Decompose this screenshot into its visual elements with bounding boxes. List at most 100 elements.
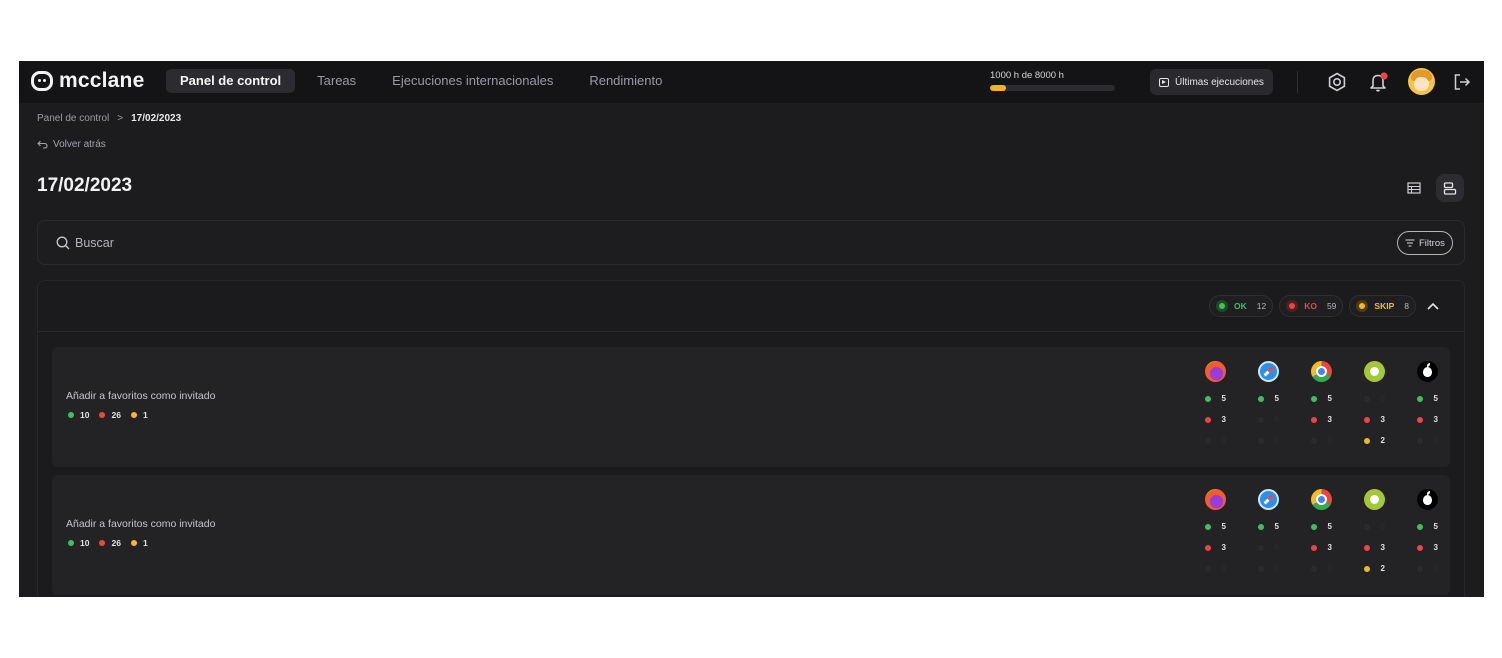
nav-ejecuciones-internacionales[interactable]: Ejecuciones internacionales (378, 69, 567, 93)
browser-ok-count: 5 (1258, 516, 1279, 537)
usage-label: 1000 h de 8000 h (990, 70, 1064, 81)
search-bar: Filtros (37, 220, 1465, 265)
logout-icon (1454, 74, 1471, 90)
breadcrumb-separator: > (117, 113, 124, 124)
ko-dot (1311, 544, 1317, 551)
browser-skip-count: 0 (1311, 558, 1332, 579)
task-card[interactable]: Añadir a favoritos como invitado 10 26 1… (52, 347, 1450, 467)
browser-ok-count: 5 (1205, 388, 1226, 409)
browser-skip-count: 0 (1205, 558, 1226, 579)
breadcrumb-root[interactable]: Panel de control (37, 113, 109, 124)
browser-ok-count: 5 (1311, 388, 1332, 409)
browser-ok-count: 5 (1417, 516, 1438, 537)
ko-dot (1364, 416, 1370, 423)
ok-label: OK (1233, 301, 1247, 311)
browser-column: 5 0 0 (1258, 361, 1279, 451)
collapse-button[interactable] (1424, 297, 1442, 315)
ko-dot (1417, 544, 1423, 551)
settings-button[interactable] (1326, 71, 1348, 93)
ok-dot (1205, 395, 1211, 402)
gear-icon (1328, 72, 1346, 92)
browser-ko-count: 0 (1258, 409, 1279, 430)
top-bar: mcclane Panel de control Tareas Ejecucio… (19, 61, 1484, 103)
ok-value: 5 (1327, 522, 1332, 531)
chrome-icon (1311, 489, 1332, 510)
ko-value: 3 (1221, 543, 1226, 552)
browser-column: 5 3 0 (1311, 361, 1332, 451)
ko-summary-chip[interactable]: KO 59 (1279, 295, 1344, 317)
browser-ok-count: 5 (1311, 516, 1332, 537)
ok-count: 12 (1256, 301, 1267, 311)
user-avatar[interactable] (1408, 68, 1435, 95)
back-arrow-icon (37, 140, 48, 149)
nav-panel-de-control[interactable]: Panel de control (166, 69, 296, 93)
usage-meter: 1000 h de 8000 h (990, 70, 1115, 91)
browser-results: 5 3 0 5 0 0 5 3 0 0 3 2 5 3 0 (1205, 489, 1438, 579)
browser-ko-count: 3 (1205, 537, 1226, 558)
skip-dot (1364, 565, 1370, 572)
nav-tareas[interactable]: Tareas (303, 69, 370, 93)
task-stats: 10 26 1 (68, 410, 148, 420)
robot-logo-icon (31, 71, 53, 91)
browser-ok-count: 5 (1205, 516, 1226, 537)
skip-dot (1258, 437, 1264, 444)
ok-value: 5 (1433, 522, 1438, 531)
brand-logo[interactable]: mcclane (31, 69, 144, 93)
last-runs-button[interactable]: Últimas ejecuciones (1150, 69, 1273, 95)
search-input[interactable] (75, 233, 975, 253)
skip-dot (1311, 565, 1317, 572)
browser-ok-count: 5 (1417, 388, 1438, 409)
browser-ok-count: 0 (1364, 516, 1385, 537)
ok-dot (1205, 523, 1211, 530)
breadcrumb-current: 17/02/2023 (131, 113, 182, 124)
task-card[interactable]: Añadir a favoritos como invitado 10 26 1… (52, 475, 1450, 595)
ko-value: 3 (1221, 415, 1226, 424)
browser-ko-count: 3 (1364, 537, 1385, 558)
browser-ko-count: 3 (1417, 537, 1438, 558)
chrome-icon (1311, 361, 1332, 382)
ko-dot (1364, 544, 1370, 551)
ko-status-icon (1286, 300, 1299, 312)
notifications-button[interactable] (1368, 71, 1390, 93)
skip-status-icon (1356, 300, 1369, 312)
browser-ko-count: 3 (1417, 409, 1438, 430)
browser-skip-count: 2 (1364, 558, 1385, 579)
nav-rendimiento[interactable]: Rendimiento (575, 69, 676, 93)
skip-dot (1258, 565, 1264, 572)
filters-button[interactable]: Filtros (1397, 231, 1453, 255)
table-view-button[interactable] (1400, 174, 1428, 202)
page-title: 17/02/2023 (37, 175, 133, 196)
logout-button[interactable] (1451, 71, 1473, 93)
brand-name: mcclane (59, 69, 145, 92)
breadcrumb: Panel de control > 17/02/2023 (37, 113, 181, 124)
apple-icon (1417, 361, 1438, 382)
skip-dot (1311, 437, 1317, 444)
task-title: Añadir a favoritos como invitado (66, 390, 216, 402)
ko-value: 0 (1274, 415, 1279, 424)
browser-ko-count: 3 (1311, 537, 1332, 558)
ok-status-icon (1215, 300, 1228, 312)
skip-summary-chip[interactable]: SKIP 8 (1349, 295, 1416, 317)
skip-dot (1364, 437, 1370, 444)
ok-value: 5 (1433, 394, 1438, 403)
back-label: Volver atrás (53, 139, 106, 150)
ok-summary-chip[interactable]: OK 12 (1208, 295, 1274, 317)
skip-label: SKIP (1374, 301, 1395, 311)
card-view-button[interactable] (1436, 174, 1464, 202)
ko-value: 3 (1380, 415, 1385, 424)
results-panel: OK 12 KO 59 SKIP 8 Añadir a favoritos co… (37, 280, 1465, 597)
browser-skip-count: 0 (1417, 430, 1438, 451)
browser-column: 5 3 0 (1205, 361, 1226, 451)
browser-ok-count: 5 (1258, 388, 1279, 409)
back-link[interactable]: Volver atrás (37, 139, 106, 150)
ok-value: 5 (1274, 394, 1279, 403)
skip-value: 0 (1274, 564, 1279, 573)
ko-dot (1311, 416, 1317, 423)
ok-value: 5 (1221, 522, 1226, 531)
skip-dot (1417, 565, 1423, 572)
skip-value: 2 (1380, 436, 1385, 445)
skip-value: 0 (1221, 436, 1226, 445)
task-ok-stat: 10 (68, 410, 89, 420)
browser-column: 0 3 2 (1364, 489, 1385, 579)
browser-column: 5 0 0 (1258, 489, 1279, 579)
